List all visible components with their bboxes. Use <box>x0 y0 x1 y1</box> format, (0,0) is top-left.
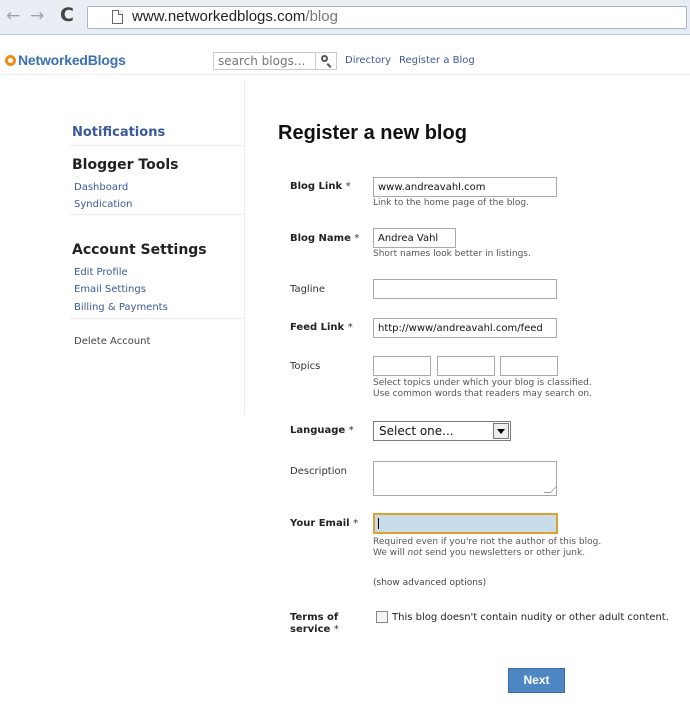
required-marker: * <box>348 425 354 436</box>
account-settings-heading: Account Settings <box>72 242 207 258</box>
logo-text: NetworkedBlogs <box>18 52 126 68</box>
topics-hint-line-2: Use common words that readers may search… <box>373 389 592 399</box>
topic-input-1[interactable] <box>373 356 431 376</box>
feed-link-label-text: Feed Link <box>290 322 345 333</box>
search-input[interactable] <box>214 53 314 69</box>
feed-link-label: Feed Link * <box>290 322 353 333</box>
sidebar-divider <box>70 145 244 146</box>
email-hint: Required even if you're not the author o… <box>373 537 601 559</box>
tagline-input[interactable] <box>373 279 557 299</box>
back-arrow-icon[interactable]: ← <box>6 6 20 26</box>
register-blog-link[interactable]: Register a Blog <box>399 55 475 66</box>
terms-label-line-1: Terms of <box>290 612 339 623</box>
email-hint-line-2-pre: We will <box>373 548 408 558</box>
sidebar-item-delete-account[interactable]: Delete Account <box>74 336 150 347</box>
networkedblogs-logo[interactable]: NetworkedBlogs <box>5 52 126 68</box>
required-marker: * <box>354 233 360 244</box>
required-marker: * <box>353 518 359 529</box>
email-hint-line-2-post: send you newsletters or other junk. <box>422 548 586 558</box>
text-cursor <box>378 518 379 529</box>
address-bar[interactable]: www.networkedblogs.com/blog <box>87 6 687 29</box>
tagline-label: Tagline <box>290 284 325 295</box>
browser-toolbar: ← → C www.networkedblogs.com/blog <box>0 0 690 35</box>
email-hint-emphasis: not <box>407 548 423 558</box>
sidebar-divider <box>70 318 244 319</box>
dropdown-arrow-icon[interactable] <box>493 423 509 439</box>
resize-grip-icon[interactable] <box>543 486 558 493</box>
logo-icon <box>5 55 16 66</box>
sidebar-item-email-settings[interactable]: Email Settings <box>74 284 146 295</box>
blog-link-hint: Link to the home page of the blog. <box>373 198 529 208</box>
email-hint-line-1: Required even if you're not the author o… <box>373 537 602 547</box>
forward-arrow-icon[interactable]: → <box>30 6 44 26</box>
sidebar-divider <box>244 80 245 415</box>
page-title: Register a new blog <box>278 122 467 144</box>
page-icon <box>112 10 123 24</box>
blog-name-hint: Short names look better in listings. <box>373 249 531 259</box>
terms-checkbox[interactable] <box>376 611 388 623</box>
next-button[interactable]: Next <box>508 668 565 693</box>
sidebar-notifications-link[interactable]: Notifications <box>72 125 165 140</box>
description-label: Description <box>290 466 347 477</box>
required-marker: * <box>347 322 353 333</box>
blog-name-label-text: Blog Name <box>290 233 351 244</box>
language-selected-value: Select one... <box>379 424 454 438</box>
terms-label-line-2: service <box>290 624 331 635</box>
topics-hint-line-1: Select topics under which your blog is c… <box>373 378 592 388</box>
email-label-text: Your Email <box>290 518 350 529</box>
email-label: Your Email * <box>290 518 358 529</box>
topic-input-3[interactable] <box>500 356 558 376</box>
sidebar-item-dashboard[interactable]: Dashboard <box>74 182 128 193</box>
required-marker: * <box>345 181 351 192</box>
topic-input-2[interactable] <box>437 356 495 376</box>
search-box <box>213 52 337 70</box>
search-button[interactable] <box>315 53 336 69</box>
blog-name-label: Blog Name * <box>290 233 359 244</box>
terms-label: Terms of service * <box>290 612 339 636</box>
sidebar-item-edit-profile[interactable]: Edit Profile <box>74 267 128 278</box>
terms-checkbox-label[interactable]: This blog doesn't contain nudity or othe… <box>392 612 669 623</box>
blogger-tools-heading: Blogger Tools <box>72 157 179 173</box>
email-input[interactable] <box>373 513 558 534</box>
sidebar-divider <box>70 214 244 215</box>
language-label: Language * <box>290 425 354 436</box>
reload-icon[interactable]: C <box>60 4 74 26</box>
topics-hint: Select topics under which your blog is c… <box>373 378 592 400</box>
description-textarea[interactable] <box>373 461 558 496</box>
blog-link-label: Blog Link * <box>290 181 351 192</box>
header-divider <box>0 74 690 75</box>
url-host: www.networkedblogs.com <box>132 8 306 25</box>
sidebar-item-billing-payments[interactable]: Billing & Payments <box>74 302 168 313</box>
show-advanced-options-link[interactable]: (show advanced options) <box>373 578 486 588</box>
topics-label: Topics <box>290 361 321 372</box>
blog-link-label-text: Blog Link <box>290 181 343 192</box>
blog-link-input[interactable] <box>373 177 557 197</box>
required-marker: * <box>333 624 339 635</box>
sidebar-item-syndication[interactable]: Syndication <box>74 199 133 210</box>
url-path: /blog <box>305 8 338 25</box>
url-text[interactable]: www.networkedblogs.com/blog <box>132 8 338 25</box>
search-icon <box>321 55 328 62</box>
directory-link[interactable]: Directory <box>345 55 391 66</box>
language-label-text: Language <box>290 425 346 436</box>
language-select[interactable]: Select one... <box>373 421 511 441</box>
blog-name-input[interactable] <box>373 228 456 248</box>
feed-link-input[interactable] <box>373 318 557 338</box>
